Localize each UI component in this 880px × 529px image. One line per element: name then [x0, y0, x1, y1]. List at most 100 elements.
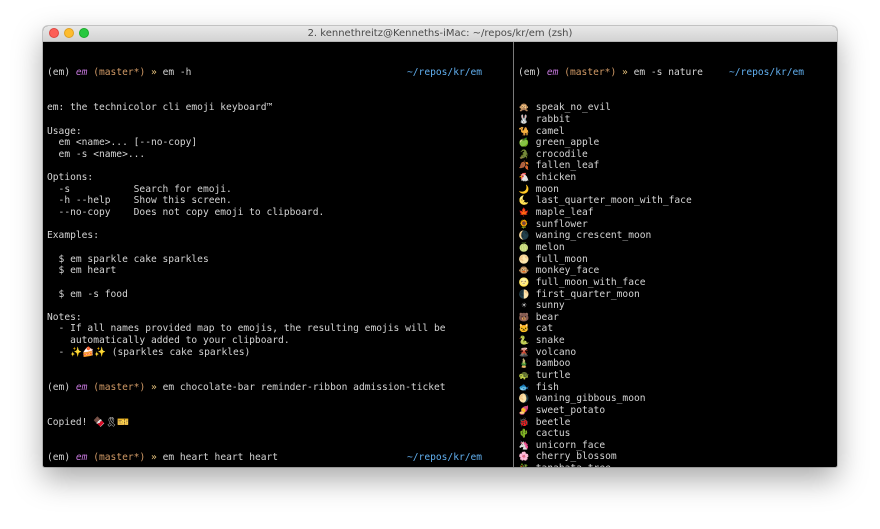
result-name: tanabata_tree [536, 463, 611, 467]
result-item: 🐪 camel [518, 126, 837, 138]
result-item: 🍁 maple_leaf [518, 207, 837, 219]
copied-emoji: 🍫🎗🎫 [93, 416, 130, 428]
result-name: camel [535, 125, 565, 137]
copied-label: Copied! [47, 416, 88, 428]
help-line: Examples: [47, 230, 99, 242]
result-item: 🎋 tanabata_tree [518, 463, 837, 467]
prompt-env: (em) [47, 451, 71, 463]
result-item: 🐻 bear [518, 312, 837, 324]
result-item: 🐞 beetle [518, 417, 837, 429]
prompt-line: (em) em (master*) » em heart heart heart… [47, 452, 511, 464]
window-title: 2. kennethreitz@Kenneths-iMac: ~/repos/k… [307, 28, 573, 39]
result-name: full_moon [535, 253, 588, 265]
help-line: Usage: [47, 125, 82, 137]
result-name: fish [535, 381, 559, 393]
result-item: ☀ sunny [518, 300, 837, 312]
terminal-window: 2. kennethreitz@Kenneths-iMac: ~/repos/k… [43, 26, 837, 467]
help-line: $ em heart [47, 265, 117, 277]
help-line: - ✨🍰✨ (sparkles cake sparkles) [47, 346, 251, 358]
prompt-env: (em) [47, 67, 71, 79]
right-terminal-pane[interactable]: (em) em (master*) » em -s nature ~/repos/… [514, 42, 837, 467]
help-line [47, 300, 511, 312]
result-name: cactus [535, 428, 571, 440]
result-item: 🌙 moon [518, 184, 837, 196]
result-item: 🐢 turtle [518, 370, 837, 382]
prompt-branch: (master*) [93, 67, 146, 79]
help-line [47, 219, 511, 231]
prompt-arrow: » [151, 67, 157, 79]
result-name: waning_crescent_moon [535, 230, 652, 242]
prompt-branch: (master*) [564, 67, 617, 79]
prompt-path: ~/repos/kr/em [407, 451, 483, 463]
result-item: 🍈 melon [518, 242, 837, 254]
result-name: full_moon_with_face [535, 276, 646, 288]
result-name: beetle [535, 416, 571, 428]
prompt-dir: em [546, 67, 559, 79]
result-name: maple_leaf [535, 207, 594, 219]
result-item: 🐍 snake [518, 335, 837, 347]
help-line: --no-copy Does not copy emoji to clipboa… [47, 207, 325, 219]
help-line: em <name>... [--no-copy] [47, 137, 198, 149]
result-name: crocodile [535, 148, 588, 160]
result-item: 🐟 fish [518, 382, 837, 394]
result-item: 🦄 unicorn_face [518, 440, 837, 452]
result-name: last_quarter_moon_with_face [535, 195, 692, 207]
prompt-line: (em) em (master*) » em -h ~/repos/kr/em [47, 67, 511, 79]
prompt-env: (em) [47, 381, 71, 393]
result-item: 🐱 cat [518, 323, 837, 335]
result-name: unicorn_face [535, 439, 606, 451]
title-bar[interactable]: 2. kennethreitz@Kenneths-iMac: ~/repos/k… [43, 26, 837, 42]
result-name: snake [535, 335, 565, 347]
result-name: moon [535, 183, 559, 195]
result-item: 🌋 volcano [518, 347, 837, 359]
result-item: 🍂 fallen_leaf [518, 160, 837, 172]
help-line [47, 114, 511, 126]
result-name: green_apple [535, 137, 600, 149]
help-line: $ em -s food [47, 288, 128, 300]
result-name: cat [535, 323, 554, 335]
command-text: em -s nature [633, 67, 703, 79]
help-line: -h --help Show this screen. [47, 195, 232, 207]
help-line [47, 242, 511, 254]
result-name: sunny [535, 300, 565, 312]
result-item: 🌜 last_quarter_moon_with_face [518, 195, 837, 207]
result-item: 🌘 waning_crescent_moon [518, 230, 837, 242]
help-line: em -s <name>... [47, 148, 146, 160]
result-item: 🍏 green_apple [518, 137, 837, 149]
help-line: Options: [47, 172, 94, 184]
result-item: 🙊 speak_no_evil [518, 102, 837, 114]
prompt-branch: (master*) [93, 451, 146, 463]
result-name: turtle [535, 370, 571, 381]
result-name: volcano [535, 346, 577, 358]
help-line: Notes: [47, 311, 82, 323]
result-item: 🍠 sweet_potato [518, 405, 837, 417]
result-item: 🌝 full_moon_with_face [518, 277, 837, 289]
help-line [47, 277, 511, 289]
help-line: -s Search for emoji. [47, 183, 232, 195]
command-text: em -h [162, 67, 192, 79]
tanabata-tree-icon: 🎋 [518, 464, 530, 467]
result-name: bear [535, 311, 559, 323]
result-name: bamboo [535, 358, 571, 370]
command-text: em heart heart heart [162, 451, 279, 463]
result-name: rabbit [535, 113, 571, 125]
prompt-env: (em) [518, 67, 542, 79]
result-item: 🐰 rabbit [518, 114, 837, 126]
command-text: em chocolate-bar reminder-ribbon admissi… [162, 381, 446, 393]
result-item: 🐵 monkey_face [518, 265, 837, 277]
left-terminal-pane[interactable]: (em) em (master*) » em -h ~/repos/kr/em e… [43, 42, 511, 467]
help-line: - If all names provided map to emojis, t… [47, 323, 446, 335]
result-item: 🌖 waning_gibbous_moon [518, 393, 837, 405]
result-item: 🌸 cherry_blossom [518, 451, 837, 463]
result-item: 🌕 full_moon [518, 254, 837, 266]
result-name: cherry_blossom [535, 451, 617, 463]
prompt-arrow: » [151, 451, 157, 463]
prompt-dir: em [75, 381, 88, 393]
help-output: em: the technicolor cli emoji keyboard™ U… [47, 102, 511, 358]
prompt-line: (em) em (master*) » em chocolate-bar rem… [47, 382, 511, 394]
result-item: 🐊 crocodile [518, 149, 837, 161]
result-name: melon [535, 241, 565, 253]
result-name: first_quarter_moon [535, 288, 640, 300]
result-name: sweet_potato [535, 404, 606, 416]
result-name: speak_no_evil [535, 102, 611, 114]
